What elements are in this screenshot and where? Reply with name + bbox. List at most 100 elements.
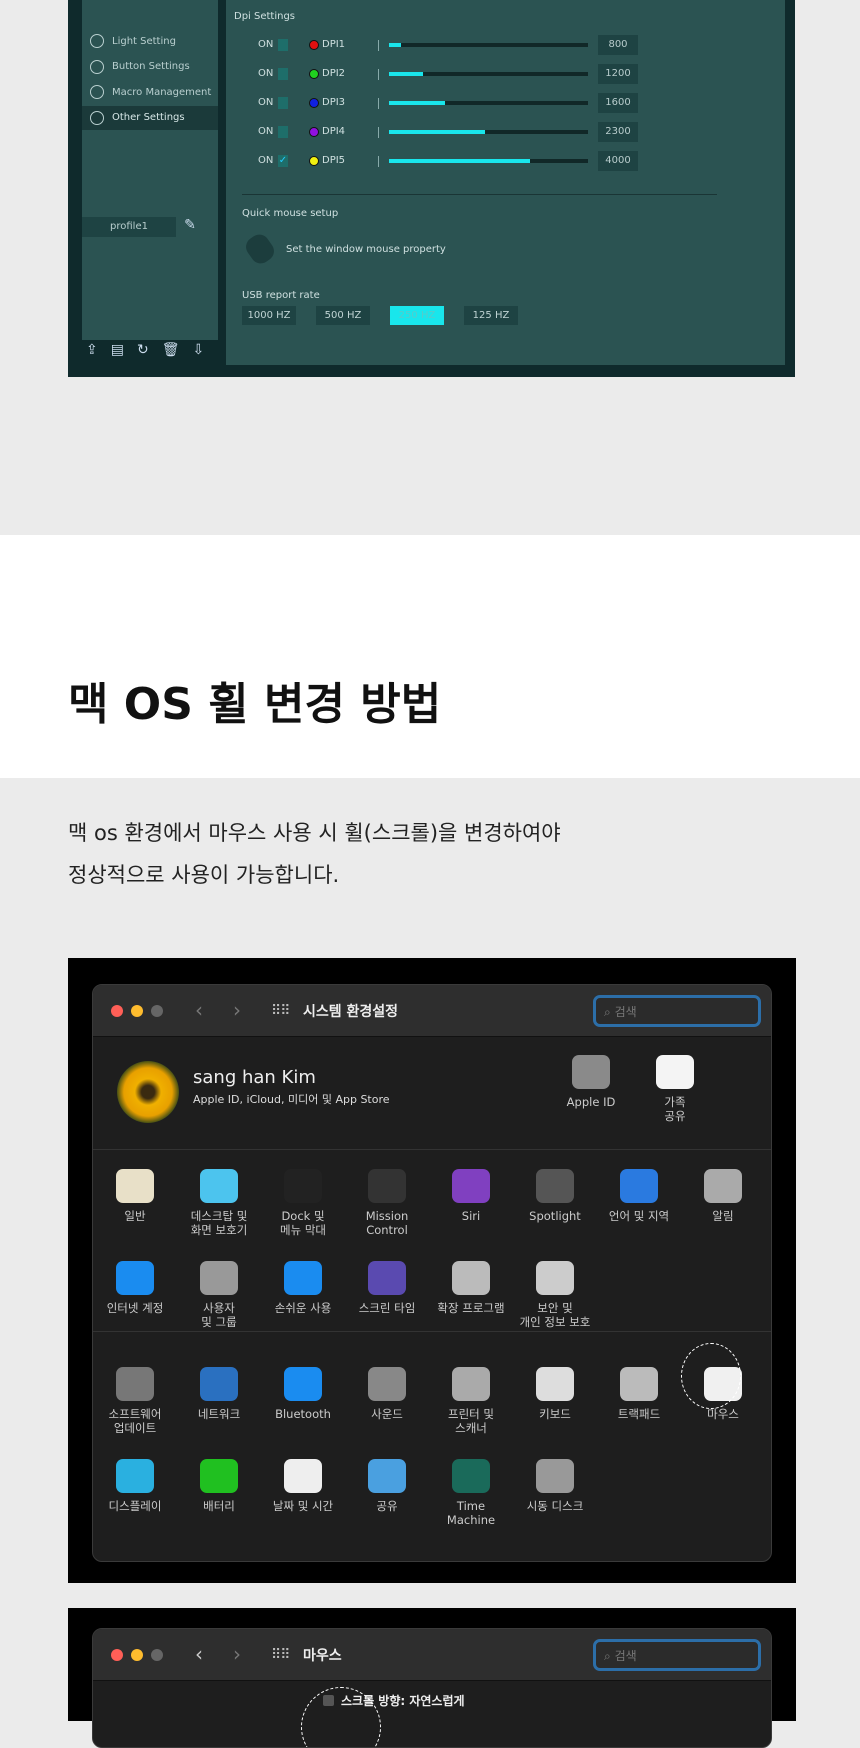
user-name[interactable]: sang han Kim — [193, 1067, 316, 1088]
sidebar-item-1[interactable]: Button Settings — [82, 55, 218, 79]
pref-icon — [620, 1367, 658, 1401]
sidebar-item-0[interactable]: Light Setting — [82, 29, 218, 53]
pref-item[interactable]: 네트워크 — [177, 1367, 261, 1421]
dpi-checkbox[interactable] — [278, 97, 288, 109]
minimize-button[interactable] — [131, 1649, 143, 1661]
dpi-slider[interactable] — [389, 159, 588, 163]
separator — [378, 69, 379, 80]
pref-item[interactable]: 디스플레이 — [93, 1459, 177, 1513]
reset-icon[interactable]: ↻ — [137, 342, 162, 358]
minimize-button[interactable] — [131, 1005, 143, 1017]
dpi-value[interactable]: 1200 — [598, 64, 638, 84]
dpi-slider[interactable] — [389, 130, 588, 134]
pref-item[interactable]: 사용자 및 그룹 — [177, 1261, 261, 1329]
close-button[interactable] — [111, 1649, 123, 1661]
pref-item[interactable]: 인터넷 계정 — [93, 1261, 177, 1315]
pref-item[interactable]: 확장 프로그램 — [429, 1261, 513, 1315]
pref-item[interactable]: 공유 — [345, 1459, 429, 1513]
usb-rate-button[interactable]: 1000 HZ — [242, 306, 296, 325]
pref-item[interactable]: 언어 및 지역 — [597, 1169, 681, 1223]
highlight-circle — [681, 1343, 741, 1409]
pref-item[interactable]: Spotlight — [513, 1169, 597, 1223]
pref-item[interactable]: 소프트웨어 업데이트 — [93, 1367, 177, 1435]
export-icon[interactable]: ⇪ — [86, 342, 111, 358]
pref-item[interactable]: 트랙패드 — [597, 1367, 681, 1421]
dpi-slider[interactable] — [389, 72, 588, 76]
dpi-value[interactable]: 4000 — [598, 151, 638, 171]
forward-icon[interactable]: › — [233, 1642, 241, 1666]
dpi-slider[interactable] — [389, 43, 588, 47]
pref-item[interactable]: 알림 — [681, 1169, 765, 1223]
dpi-value[interactable]: 2300 — [598, 122, 638, 142]
titlebar: ‹ › ⠿⠿ 마우스 ⌕ 검색 — [93, 1629, 771, 1681]
pref-label: Siri — [461, 1209, 481, 1223]
zoom-button[interactable] — [151, 1649, 163, 1661]
dpi-checkbox[interactable] — [278, 126, 288, 138]
zoom-button[interactable] — [151, 1005, 163, 1017]
dpi-row: ON DPI3 1600 — [226, 93, 785, 114]
pref-item[interactable]: 손쉬운 사용 — [261, 1261, 345, 1315]
mouse-icon[interactable] — [242, 230, 278, 268]
pref-item[interactable]: 보안 및 개인 정보 보호 — [513, 1261, 597, 1329]
dpi-checkbox[interactable] — [278, 39, 288, 51]
pref-icon — [284, 1169, 322, 1203]
pref-item[interactable]: 데스크탑 및 화면 보호기 — [177, 1169, 261, 1237]
pref-item[interactable]: 일반 — [93, 1169, 177, 1223]
pref-item[interactable]: 프린터 및 스캐너 — [429, 1367, 513, 1435]
import-icon[interactable]: ⇩ — [192, 342, 217, 358]
pref-item[interactable]: Mission Control — [345, 1169, 429, 1237]
pref-item[interactable]: Time Machine — [429, 1459, 513, 1527]
pref-icon — [452, 1459, 490, 1493]
trash-icon[interactable]: 🗑 — [162, 342, 193, 358]
dpi-checkbox[interactable] — [278, 68, 288, 80]
dpi-color-dot[interactable] — [309, 127, 319, 137]
back-icon[interactable]: ‹ — [195, 998, 203, 1022]
pref-item[interactable]: 날짜 및 시간 — [261, 1459, 345, 1513]
pref-item[interactable]: Apple ID — [549, 1055, 633, 1109]
pref-item[interactable]: 가족 공유 — [633, 1055, 717, 1123]
search-input[interactable]: ⌕ 검색 — [593, 995, 761, 1027]
dpi-value[interactable]: 800 — [598, 35, 638, 55]
quick-text[interactable]: Set the window mouse property — [286, 244, 446, 255]
sidebar-item-3[interactable]: Other Settings — [82, 105, 218, 130]
pref-item[interactable]: 시동 디스크 — [513, 1459, 597, 1513]
edit-icon[interactable]: ✎ — [180, 217, 200, 237]
pref-item[interactable]: 배터리 — [177, 1459, 261, 1513]
profile-name[interactable]: profile1 — [82, 217, 176, 237]
notes-icon[interactable]: ▤ — [111, 342, 137, 358]
pref-icon — [572, 1055, 610, 1089]
grid-icon[interactable]: ⠿⠿ — [271, 1003, 290, 1019]
usb-rate-button[interactable]: 125 HZ — [464, 306, 518, 325]
dpi-slider[interactable] — [389, 101, 588, 105]
grid-icon[interactable]: ⠿⠿ — [271, 1647, 290, 1663]
pref-item[interactable]: 키보드 — [513, 1367, 597, 1421]
usb-rate-button[interactable]: 500 HZ — [316, 306, 370, 325]
dpi-color-dot[interactable] — [309, 156, 319, 166]
usb-rate-button[interactable]: 250 HZ — [390, 306, 444, 325]
pref-label: Bluetooth — [275, 1407, 331, 1421]
pref-label: 인터넷 계정 — [106, 1301, 164, 1315]
back-icon[interactable]: ‹ — [195, 1642, 203, 1666]
dpi-color-dot[interactable] — [309, 98, 319, 108]
pref-item[interactable]: 스크린 타임 — [345, 1261, 429, 1315]
search-input[interactable]: ⌕ 검색 — [593, 1639, 761, 1671]
dpi-value[interactable]: 1600 — [598, 93, 638, 113]
forward-icon[interactable]: › — [233, 998, 241, 1022]
pref-icon — [452, 1169, 490, 1203]
pref-label: 알림 — [712, 1209, 734, 1223]
dpi-label: DPI2 — [322, 68, 346, 79]
pref-item[interactable]: Dock 및 메뉴 막대 — [261, 1169, 345, 1237]
dpi-color-dot[interactable] — [309, 40, 319, 50]
dpi-label: DPI5 — [322, 155, 346, 166]
window-title: 마우스 — [303, 1648, 342, 1664]
dpi-checkbox[interactable]: ✓ — [278, 155, 288, 167]
sidebar-item-2[interactable]: Macro Management — [82, 80, 218, 104]
pref-item[interactable]: Bluetooth — [261, 1367, 345, 1421]
close-button[interactable] — [111, 1005, 123, 1017]
quick-title: Quick mouse setup — [242, 208, 339, 219]
pref-label: 손쉬운 사용 — [274, 1301, 332, 1315]
user-avatar[interactable] — [117, 1061, 179, 1123]
pref-item[interactable]: Siri — [429, 1169, 513, 1223]
dpi-color-dot[interactable] — [309, 69, 319, 79]
pref-item[interactable]: 사운드 — [345, 1367, 429, 1421]
